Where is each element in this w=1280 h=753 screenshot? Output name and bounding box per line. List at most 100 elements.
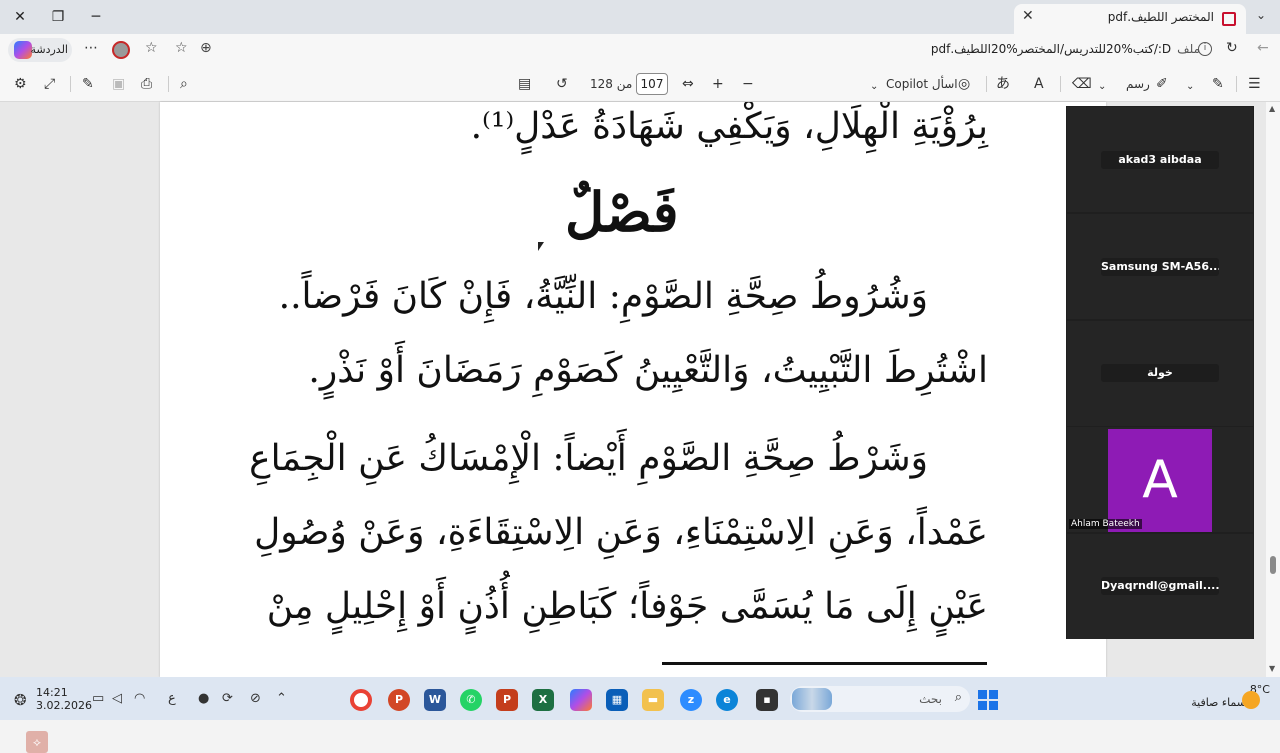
highlight-icon[interactable]: ✎ <box>1212 75 1224 93</box>
profile-avatar[interactable] <box>112 41 130 59</box>
scroll-down-icon[interactable]: ▼ <box>1269 664 1275 673</box>
refresh-icon[interactable]: ↻ <box>1226 40 1238 56</box>
file-label: ملف <box>1177 42 1200 56</box>
divider <box>168 76 169 92</box>
weather-description: سماء صافية <box>1191 696 1246 709</box>
section-heading: فَصْلٌ <box>565 180 679 244</box>
edge-icon[interactable]: e <box>716 689 738 711</box>
search-icon: ⌕ <box>954 690 962 705</box>
read-aloud-icon[interactable]: A <box>1034 75 1044 93</box>
add-favorite-icon[interactable]: ☆ <box>175 40 188 56</box>
clock-date: 3.02.2026 <box>36 699 92 712</box>
address-url[interactable]: ملف D:/كتب%20للتدريس/المختصر%20اللطيف.pdf <box>931 42 1200 56</box>
contents-list-icon[interactable]: ☰ <box>1248 75 1261 93</box>
page-total: من 128 <box>590 77 633 91</box>
participant-tile[interactable]: Samsung SM-A56... <box>1067 214 1253 319</box>
text-line-1: بِرُؤْيَةِ الْهِلَالِ، وَيَكْفِي شَهَادَ… <box>470 106 988 147</box>
clock[interactable]: 14:21 3.02.2026 <box>36 686 92 712</box>
fullscreen-icon[interactable]: ⤢ <box>44 75 55 93</box>
participant-tile[interactable]: akad3 aibdaa <box>1067 107 1253 212</box>
taskbar-search[interactable]: بحث ⌕ <box>790 686 970 712</box>
input-language[interactable]: ع <box>168 691 176 706</box>
translate-icon[interactable]: あ <box>996 75 1010 93</box>
tab-actions-chevron-icon[interactable]: ⌄ <box>1256 8 1266 22</box>
copilot-icon[interactable]: ◎ <box>958 75 970 93</box>
restore-window-button[interactable]: ❐ <box>38 4 78 30</box>
save-as-icon[interactable]: ✎ <box>82 75 94 93</box>
show-hidden-icons-chevron-icon[interactable]: ⌃ <box>276 691 287 706</box>
participant-tile[interactable]: A Ahlam Bateekh <box>1067 427 1253 532</box>
powerpoint-icon[interactable]: P <box>496 689 518 711</box>
title-bar: ✕ ❐ ─ + المختصر اللطيف.pdf ✕ ⌄ <box>0 0 1280 34</box>
draw-pen-icon[interactable]: ✐ <box>1156 75 1168 93</box>
rotate-icon[interactable]: ↺ <box>556 75 568 93</box>
copilot-dropdown-chevron-icon[interactable]: ⌄ <box>870 78 878 96</box>
text-line-3: اشْتُرِطَ التَّبْيِيتُ، وَالتَّعْيِينُ ك… <box>308 350 988 391</box>
fit-width-icon[interactable]: ⇔ <box>682 75 694 93</box>
powerpoint-p-icon[interactable]: P <box>388 689 410 711</box>
participant-tile[interactable]: Dyaqrndl@gmail.... <box>1067 534 1253 639</box>
text-line-6: عَيْنٍ إِلَى مَا يُسَمَّى جَوْفاً؛ كَبَا… <box>266 586 988 627</box>
zoom-out-icon[interactable]: − <box>742 75 754 93</box>
scroll-up-icon[interactable]: ▲ <box>1269 104 1275 113</box>
taskbar: ❂ 14:21 3.02.2026 ▭ ◁ ◠ ع ● ⟳ ⊘ ⌃ P W ✆ … <box>0 677 1280 720</box>
sun-icon <box>1242 691 1260 709</box>
page-number-input[interactable]: 107 <box>636 73 668 95</box>
vertical-scrollbar[interactable]: ▲ ▼ <box>1266 102 1280 677</box>
footnote-divider <box>662 662 987 665</box>
app-window-icon[interactable]: ▪ <box>756 689 778 711</box>
eraser-icon[interactable]: ⌫ <box>1072 75 1092 93</box>
store-icon[interactable]: ▦ <box>606 689 628 711</box>
zoom-app-icon[interactable]: z <box>680 689 702 711</box>
participant-tile[interactable]: خولة <box>1067 321 1253 426</box>
tab-pdf[interactable]: المختصر اللطيف.pdf ✕ <box>1014 4 1246 34</box>
copilot-chat-button[interactable]: الدردشة <box>8 38 72 62</box>
more-options-icon[interactable]: ⋯ <box>84 40 98 56</box>
file-explorer-icon[interactable]: ▬ <box>642 689 664 711</box>
microphone-icon[interactable]: ● <box>198 691 209 706</box>
search-placeholder: بحث <box>919 692 942 706</box>
divider <box>1236 76 1237 92</box>
excel-icon[interactable]: X <box>532 689 554 711</box>
copilot-key-icon[interactable]: ❂ <box>14 691 27 709</box>
ask-copilot-label[interactable]: اسأل Copilot <box>886 77 958 91</box>
scroll-thumb[interactable] <box>1270 556 1276 574</box>
mouse-cursor <box>538 242 544 251</box>
start-windows-icon[interactable] <box>978 690 998 710</box>
address-bar-row: الدردشة ⋯ ☆ ☆ ⊕ ملف D:/كتب%20للتدريس/المخ… <box>0 34 1280 66</box>
close-window-button[interactable]: ✕ <box>0 4 40 30</box>
zoom-in-icon[interactable]: + <box>712 75 724 93</box>
hidden-icon[interactable]: ⊘ <box>250 691 261 706</box>
tab-title: المختصر اللطيف.pdf <box>1107 10 1214 24</box>
pdf-toolbar: ⚙ ⤢ ✎ ▣ ⎙ ⌕ ▤ ↺ من 128 107 ⇔ + − ⌄ اسأل … <box>0 66 1280 102</box>
chrome-icon[interactable] <box>350 689 372 711</box>
text-line-4: وَشَرْطُ صِحَّةِ الصَّوْمِ أَيْضاً: الْإ… <box>249 438 928 479</box>
zoom-icon[interactable]: ⊕ <box>200 40 212 56</box>
sync-icon[interactable]: ⟳ <box>222 691 233 706</box>
site-info-icon[interactable]: i <box>1198 42 1212 56</box>
save-icon: ▣ <box>112 76 126 92</box>
search-icon[interactable]: ⌕ <box>180 75 188 93</box>
volume-icon[interactable]: ◁ <box>112 691 122 706</box>
print-icon[interactable]: ⎙ <box>141 75 152 93</box>
participant-name: Dyaqrndl@gmail.... <box>1101 577 1219 595</box>
copilot-app-icon[interactable] <box>570 689 592 711</box>
close-tab-icon[interactable]: ✕ <box>1022 8 1034 24</box>
settings-gear-icon[interactable]: ⚙ <box>14 75 27 93</box>
word-icon[interactable]: W <box>424 689 446 711</box>
draw-label[interactable]: رسم <box>1126 77 1150 91</box>
pdf-page: بِرُؤْيَةِ الْهِلَالِ، وَيَكْفِي شَهَادَ… <box>160 102 1106 677</box>
battery-icon[interactable]: ▭ <box>92 691 104 706</box>
wifi-icon[interactable]: ◠ <box>134 691 145 706</box>
search-highlight-image <box>792 688 832 710</box>
whatsapp-icon[interactable]: ✆ <box>460 689 482 711</box>
favorites-icon[interactable]: ☆ <box>145 40 158 56</box>
acrobat-icon[interactable]: ⟡ <box>26 731 48 753</box>
back-icon[interactable]: ← <box>1257 40 1269 56</box>
divider <box>70 76 71 92</box>
page-view-icon[interactable]: ▤ <box>518 75 531 93</box>
highlight-dropdown-chevron-icon[interactable]: ⌄ <box>1186 78 1194 96</box>
draw-dropdown-chevron-icon[interactable]: ⌄ <box>1098 78 1106 96</box>
text-line-5: عَمْداً، وَعَنِ الِاسْتِمْنَاءِ، وَعَنِ … <box>254 512 988 553</box>
minimize-window-button[interactable]: ─ <box>76 4 116 30</box>
